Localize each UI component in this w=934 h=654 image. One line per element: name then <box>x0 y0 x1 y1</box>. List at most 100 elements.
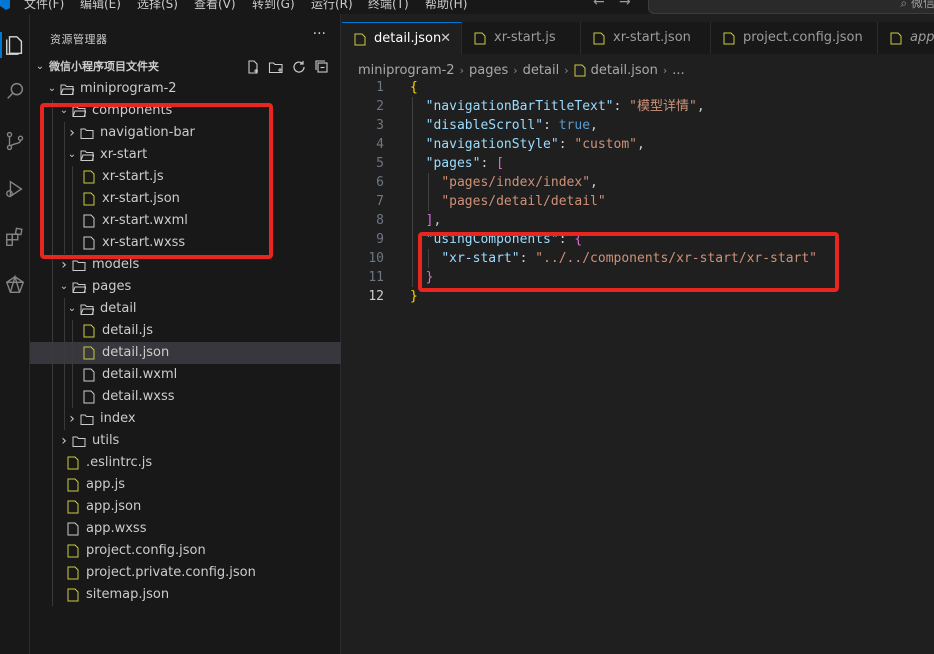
indent-guide <box>52 562 53 584</box>
source-control-icon[interactable] <box>0 126 30 156</box>
tab-xr-start-json[interactable]: xr-start.json <box>581 22 711 54</box>
tree-file[interactable]: xr-start.wxml <box>30 210 341 232</box>
js-file-icon <box>83 324 95 338</box>
menu-view[interactable]: 查看(V) <box>194 0 236 12</box>
collapse-all-icon[interactable] <box>314 59 331 75</box>
tree-file[interactable]: detail.wxml <box>30 364 341 386</box>
chevron-down-icon: ⌄ <box>47 83 57 94</box>
code-token: : <box>480 156 497 171</box>
js-file-icon <box>474 32 486 45</box>
tree-item-label: xr-start.json <box>102 191 180 206</box>
tree-folder[interactable]: › index <box>30 408 341 430</box>
code-editor[interactable]: 1{2 "navigationBarTitleText": "模型详情", 3 "… <box>342 78 934 306</box>
search-icon[interactable] <box>0 76 30 106</box>
breadcrumb-item[interactable]: detail.json <box>591 63 658 78</box>
folder-icon <box>72 260 86 271</box>
code-text: { <box>410 78 418 97</box>
tree-file[interactable]: .eslintrc.js <box>30 452 341 474</box>
tree-file[interactable]: detail.json <box>30 342 341 364</box>
tree-folder[interactable]: › models <box>30 254 341 276</box>
tree-folder[interactable]: › navigation-bar <box>30 122 341 144</box>
tree-folder[interactable]: ⌄ xr-start <box>30 144 341 166</box>
tree-file[interactable]: sitemap.json <box>30 584 341 606</box>
breadcrumb-item[interactable]: ... <box>672 63 684 78</box>
tab-detail-json[interactable]: detail.json ✕ <box>342 22 462 55</box>
tree-folder[interactable]: ⌄ detail <box>30 298 341 320</box>
indent-guide <box>52 496 53 518</box>
indent-guide <box>52 518 53 540</box>
indent-guide <box>64 342 65 364</box>
code-text: "disableScroll": true, <box>410 116 598 135</box>
menu-selection[interactable]: 选择(S) <box>137 0 178 12</box>
tree-file[interactable]: app.wxss <box>30 518 341 540</box>
tree-file[interactable]: app.js <box>30 474 341 496</box>
menu-help[interactable]: 帮助(H) <box>425 0 467 12</box>
tree-file[interactable]: detail.wxss <box>30 386 341 408</box>
tree-item-label: navigation-bar <box>100 125 195 140</box>
tree-item-label: app.js <box>86 477 125 492</box>
code-line: 9 "usingComponents": { <box>342 230 934 249</box>
line-number: 1 <box>376 80 384 95</box>
new-file-icon[interactable] <box>245 59 262 75</box>
menu-bar: 文件(F) 编辑(E) 选择(S) 查看(V) 转到(G) 运行(R) 终端(T… <box>0 0 934 14</box>
code-line: 4 "navigationStyle": "custom", <box>342 135 934 154</box>
breadcrumb-item[interactable]: miniprogram-2 <box>358 63 455 78</box>
menu-terminal[interactable]: 终端(T) <box>368 0 409 12</box>
indent-guide <box>52 276 53 298</box>
chevron-right-icon: › <box>662 63 668 77</box>
tab-app-js[interactable]: app.j <box>878 22 934 54</box>
menu-go[interactable]: 转到(G) <box>252 0 295 12</box>
breadcrumb-item[interactable]: pages <box>469 63 508 78</box>
back-arrow-icon[interactable]: ← <box>593 0 605 10</box>
js-file-icon <box>83 170 95 184</box>
forward-arrow-icon[interactable]: → <box>619 0 631 10</box>
tree-file[interactable]: project.private.config.json <box>30 562 341 584</box>
tree-file[interactable]: project.config.json <box>30 540 341 562</box>
indent-guide <box>52 408 53 430</box>
folder-icon <box>80 414 94 425</box>
chevron-down-icon: ⌄ <box>35 61 45 72</box>
menu-file[interactable]: 文件(F) <box>24 0 64 12</box>
close-icon[interactable]: ✕ <box>440 31 451 46</box>
tree-file[interactable]: app.json <box>30 496 341 518</box>
tree-file[interactable]: xr-start.wxss <box>30 232 341 254</box>
file-icon <box>83 214 95 228</box>
file-icon <box>83 368 95 382</box>
explorer-actions <box>245 59 331 75</box>
workspace-root-label: 微信小程序项目文件夹 <box>49 60 159 73</box>
file-icon <box>83 236 95 250</box>
workspace-root[interactable]: ⌄ 微信小程序项目文件夹 <box>30 56 341 78</box>
breadcrumb-item[interactable]: detail <box>523 63 560 78</box>
menu-edit[interactable]: 编辑(E) <box>80 0 121 12</box>
refresh-icon[interactable] <box>291 59 308 75</box>
command-center-search[interactable]: ⌕ 微信小 <box>648 0 934 14</box>
menu-run[interactable]: 运行(R) <box>311 0 353 12</box>
tree-folder[interactable]: ⌄ miniprogram-2 <box>30 78 341 100</box>
explorer-icon[interactable] <box>0 30 30 60</box>
tree-folder[interactable]: › utils <box>30 430 341 452</box>
tree-file[interactable]: xr-start.json <box>30 188 341 210</box>
chevron-down-icon: ⌄ <box>67 303 77 314</box>
code-token: , <box>590 175 598 190</box>
code-line: 11 } <box>342 268 934 287</box>
tree-file[interactable]: xr-start.js <box>30 166 341 188</box>
tree-folder[interactable]: ⌄ pages <box>30 276 341 298</box>
js-file-icon <box>67 478 79 492</box>
indent-guide <box>52 232 53 254</box>
indent-guide <box>64 320 65 342</box>
wechat-devtools-icon[interactable] <box>0 270 30 300</box>
tab-xr-start-js[interactable]: xr-start.js <box>462 22 581 54</box>
tab-project-config-json[interactable]: project.config.json <box>711 22 878 54</box>
tree-folder[interactable]: ⌄ components <box>30 100 341 122</box>
new-folder-icon[interactable] <box>268 59 285 75</box>
line-number: 9 <box>376 232 384 247</box>
code-token: "disableScroll" <box>425 118 544 133</box>
line-number: 10 <box>368 251 384 266</box>
run-debug-icon[interactable] <box>0 174 30 204</box>
more-actions-icon[interactable]: ··· <box>313 26 326 42</box>
tree-file[interactable]: detail.js <box>30 320 341 342</box>
extensions-icon[interactable] <box>0 222 30 252</box>
editor-area: detail.json ✕ xr-start.js xr-start.json … <box>342 14 934 654</box>
